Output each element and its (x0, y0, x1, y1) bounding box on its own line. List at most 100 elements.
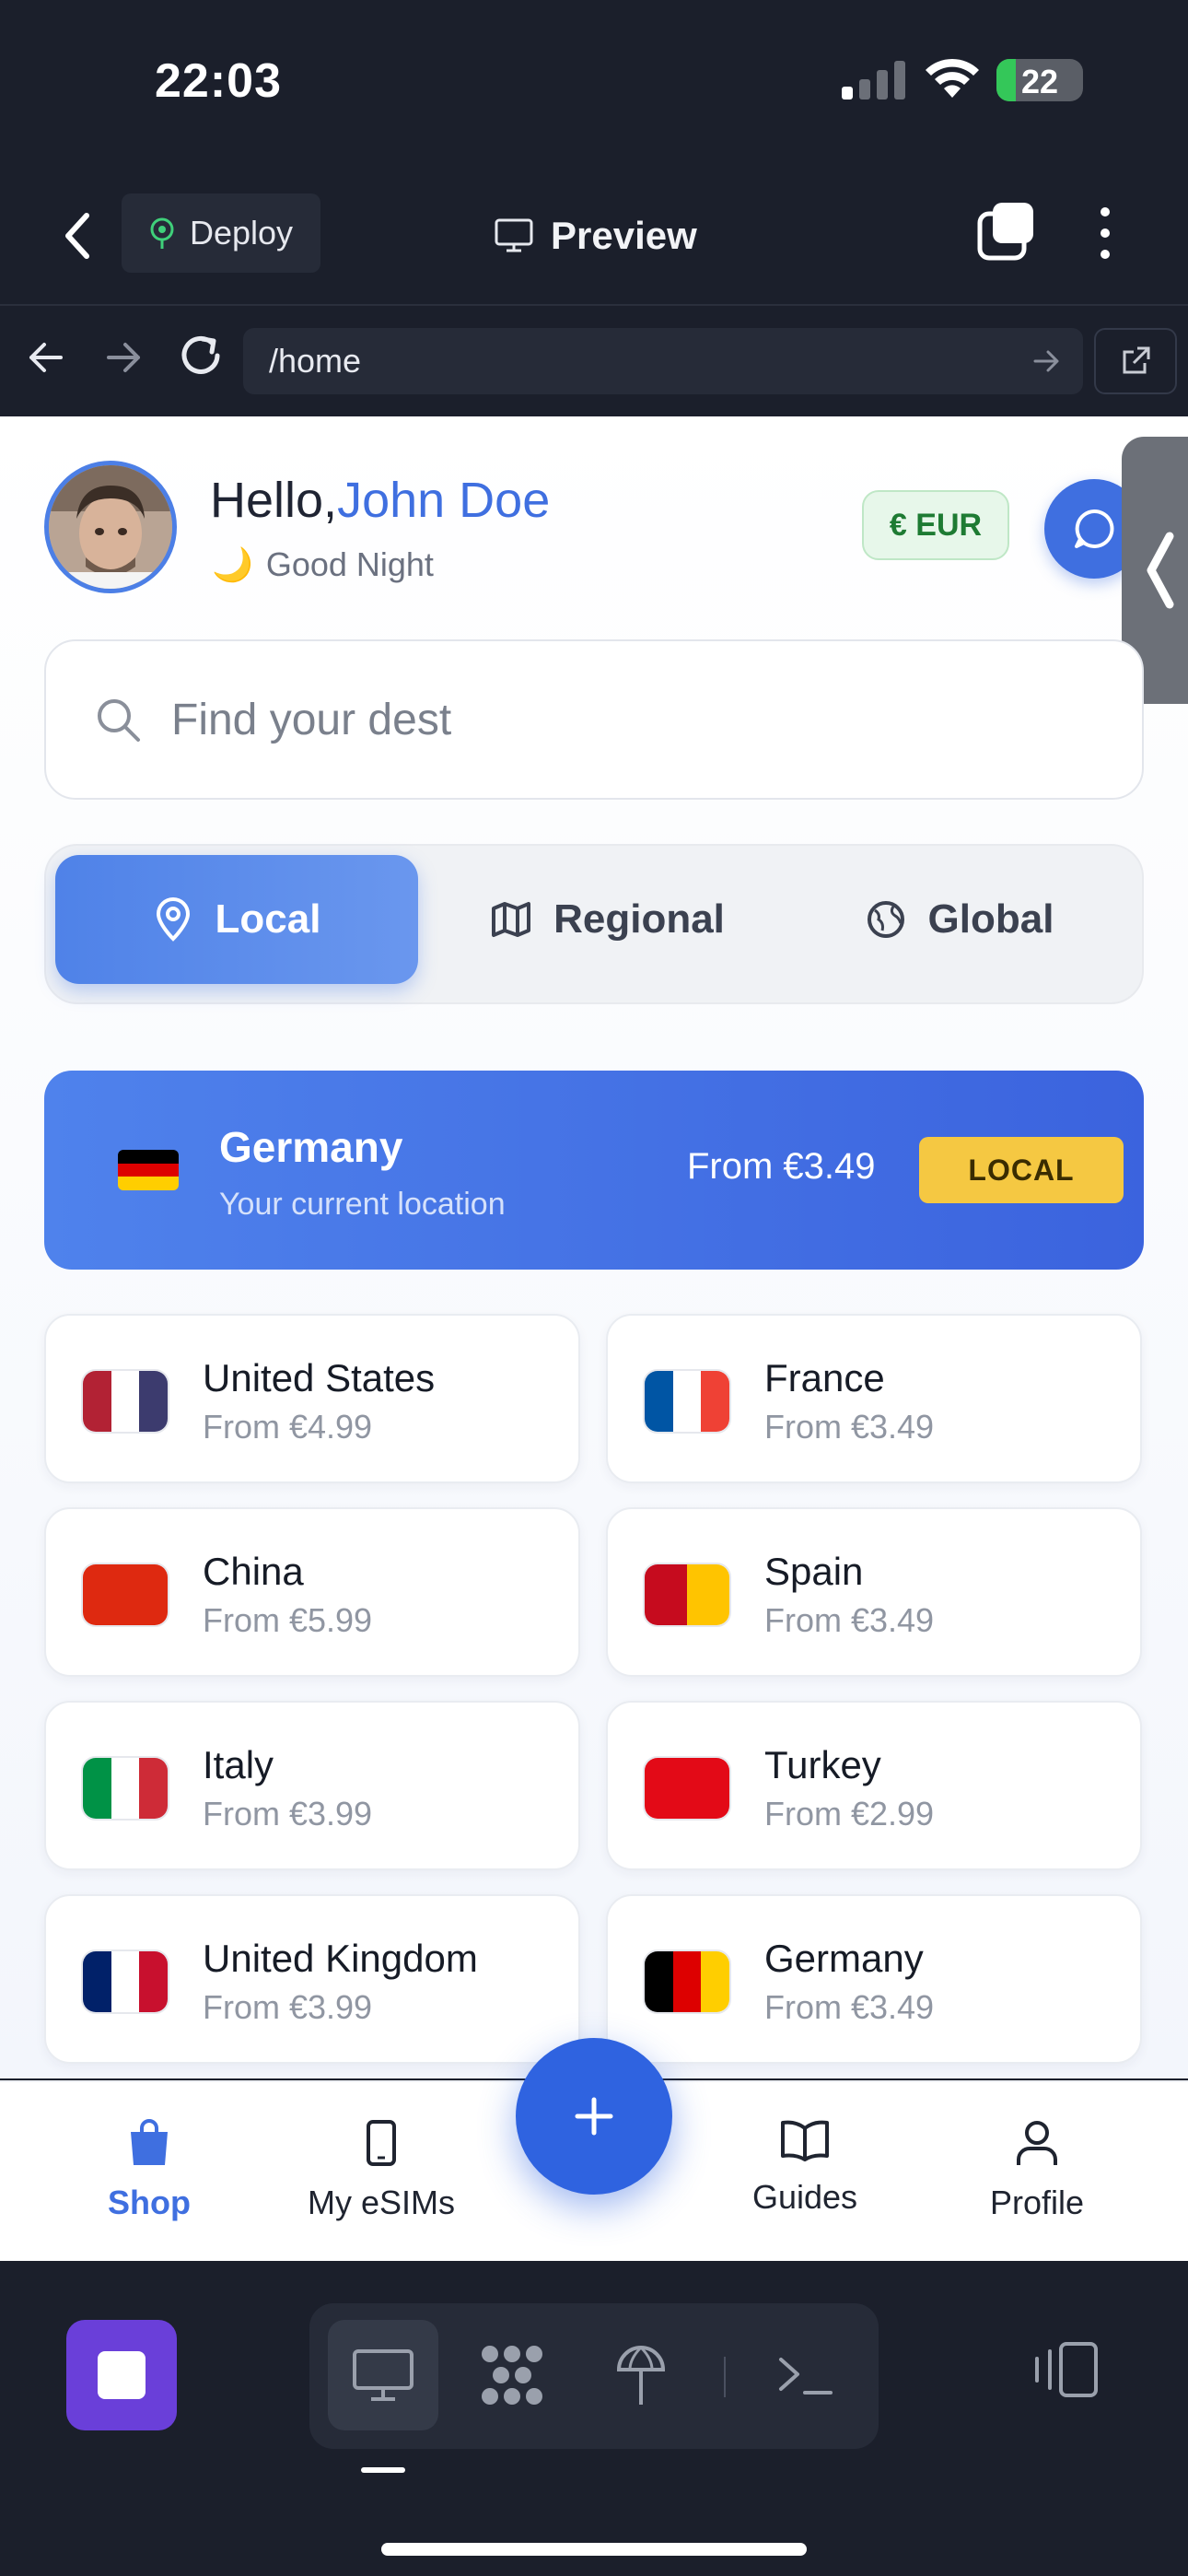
flag-stripe (645, 1564, 687, 1625)
nav-profile-label: Profile (989, 2184, 1085, 2221)
flag-stripe (687, 1564, 729, 1625)
add-button[interactable] (516, 2038, 672, 2195)
plus-icon (575, 2097, 613, 2136)
us-flag-icon (81, 1369, 169, 1434)
tab-regional[interactable]: Regional (433, 855, 783, 984)
reload-icon[interactable] (173, 328, 228, 383)
flag-stripe (111, 1371, 140, 1432)
destination-price: From €3.49 (764, 1601, 935, 1639)
browser-forward-icon[interactable] (98, 332, 149, 383)
destination-price: From €3.49 (764, 1408, 935, 1446)
flag-stripe (111, 1758, 140, 1819)
more-vertical-icon[interactable] (1087, 203, 1124, 263)
france-flag-icon (643, 1369, 731, 1434)
destination-card[interactable]: China From €5.99 (44, 1507, 580, 1677)
germany-flag-icon (118, 1150, 179, 1190)
flag-stripe (83, 1758, 111, 1819)
avatar[interactable] (44, 461, 177, 593)
stop-app-button[interactable] (66, 2320, 177, 2430)
flag-stripe (645, 1951, 673, 2012)
destination-card[interactable]: United States From €4.99 (44, 1314, 580, 1483)
deploy-button[interactable]: Deploy (122, 193, 320, 273)
search-input[interactable]: Find your dest (44, 639, 1144, 800)
deploy-tool-button[interactable] (586, 2320, 696, 2430)
status-time: 22:03 (155, 54, 282, 108)
nav-profile[interactable]: Profile (945, 2119, 1129, 2248)
destination-price: From €4.99 (203, 1408, 373, 1446)
browser-back-icon[interactable] (20, 332, 72, 383)
germany-flag-icon (643, 1950, 731, 2014)
preview-label: Preview (551, 214, 697, 257)
url-text: /home (269, 342, 362, 380)
destination-card[interactable]: Spain From €3.49 (606, 1507, 1142, 1677)
deploy-label: Deploy (190, 214, 294, 252)
currency-badge[interactable]: € EUR (862, 490, 1009, 560)
destination-price: From €3.99 (203, 1988, 373, 2026)
integrations-tool-button[interactable] (457, 2320, 567, 2430)
open-book-icon (781, 2120, 829, 2161)
tabs-icon[interactable] (976, 201, 1037, 262)
flag-stripe (83, 1951, 111, 2012)
terminal-tool-button[interactable] (750, 2320, 860, 2430)
greeting-text: Hello, (210, 473, 338, 528)
monitor-icon (495, 218, 533, 252)
modules-icon (482, 2346, 542, 2405)
preview-tool-button[interactable] (328, 2320, 438, 2430)
panel-toggle-icon[interactable] (1030, 2340, 1100, 2399)
home-indicator[interactable] (381, 2543, 807, 2556)
flag-stripe (83, 1564, 168, 1625)
preview-title: Preview (494, 206, 697, 265)
status-bar: 22:03 22 (0, 0, 1188, 166)
user-name: John Doe (337, 473, 551, 528)
search-placeholder: Find your dest (171, 695, 452, 744)
nav-shop[interactable]: Shop (57, 2119, 241, 2248)
sub-greeting: 🌙 Good Night (212, 545, 434, 584)
wifi-icon (926, 58, 979, 98)
destination-name: United Kingdom (203, 1937, 478, 1980)
destination-name: Spain (764, 1550, 864, 1593)
nav-my-esims[interactable]: My eSIMs (289, 2119, 473, 2248)
tab-local[interactable]: Local (55, 855, 418, 984)
map-icon (492, 902, 531, 937)
destination-price: From €5.99 (203, 1601, 373, 1639)
moon-icon: 🌙 (212, 545, 253, 583)
tab-regional-label: Regional (553, 896, 725, 942)
region-segmented-control: Local Regional Global (44, 844, 1144, 1004)
destination-name: France (764, 1356, 885, 1399)
destination-name: Germany (764, 1937, 924, 1980)
destination-card[interactable]: Turkey From €2.99 (606, 1701, 1142, 1870)
chat-bubble-icon (1075, 509, 1114, 548)
current-location-country: Germany (219, 1123, 403, 1171)
destination-card[interactable]: United Kingdom From €3.99 (44, 1894, 580, 2064)
search-icon (98, 699, 140, 742)
open-external-button[interactable] (1094, 328, 1177, 394)
flag-stripe (701, 1951, 729, 2012)
destination-card[interactable]: France From €3.49 (606, 1314, 1142, 1483)
destination-name: Italy (203, 1743, 274, 1786)
destination-card[interactable]: Germany From €3.49 (606, 1894, 1142, 2064)
stop-square-icon (98, 2351, 146, 2399)
china-flag-icon (81, 1563, 169, 1627)
cellular-signal-icon (842, 61, 905, 100)
flag-stripe (672, 1371, 702, 1432)
flag-stripe (645, 1758, 729, 1819)
monitor-icon (353, 2349, 413, 2401)
flag-stripe (701, 1371, 729, 1432)
current-location-subtitle: Your current location (219, 1187, 506, 1222)
back-chevron-icon[interactable] (55, 206, 101, 265)
destination-name: United States (203, 1356, 436, 1399)
current-location-price: From €3.49 (687, 1146, 876, 1187)
go-arrow-icon[interactable] (1030, 345, 1063, 378)
tab-global[interactable]: Global (783, 855, 1136, 984)
flag-stripe (139, 1758, 168, 1819)
nav-guides[interactable]: Guides (713, 2119, 897, 2248)
current-location-banner[interactable]: Germany Your current location From €3.49… (44, 1071, 1144, 1270)
flag-stripe (83, 1371, 111, 1432)
tool-dock (0, 2261, 1188, 2576)
greeting: Hello,John Doe (210, 472, 550, 529)
deploy-icon (150, 217, 174, 249)
destination-card[interactable]: Italy From €3.99 (44, 1701, 580, 1870)
app-toolbar: Deploy Preview (0, 166, 1188, 306)
url-bar[interactable]: /home (243, 328, 1083, 394)
nav-my-esims-label: My eSIMs (307, 2184, 455, 2221)
